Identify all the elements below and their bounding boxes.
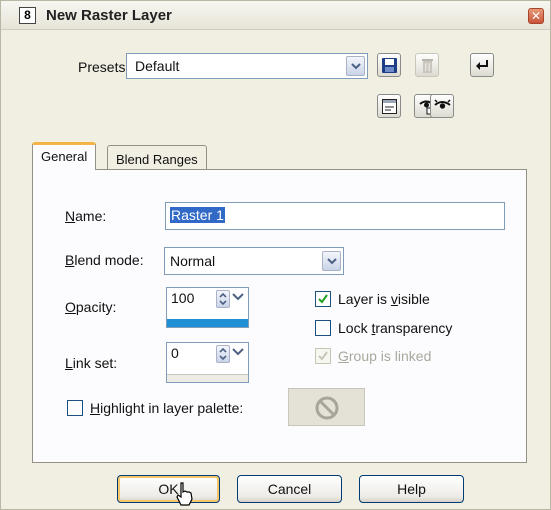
dialog-title: New Raster Layer <box>46 7 172 24</box>
save-icon <box>382 58 397 73</box>
new-raster-layer-dialog: 8 New Raster Layer ✕ Presets: Default Ge… <box>0 0 551 510</box>
cancel-button[interactable]: Cancel <box>237 475 342 503</box>
group-linked-label[interactable]: Group is linked <box>338 348 431 364</box>
highlight-color-button[interactable] <box>288 388 365 426</box>
close-button[interactable]: ✕ <box>528 8 544 24</box>
name-input-value: Raster 1 <box>170 207 225 223</box>
dialog-icon <box>382 99 397 114</box>
blend-mode-value: Normal <box>170 253 216 269</box>
highlight-label[interactable]: Highlight in layer palette: <box>90 400 243 416</box>
delete-preset-button[interactable] <box>415 53 439 77</box>
delete-icon <box>422 59 433 73</box>
highlight-checkbox[interactable] <box>67 400 83 416</box>
app-icon: 8 <box>19 7 36 24</box>
reset-icon <box>476 60 488 70</box>
spin-up-down-icon <box>216 290 230 308</box>
link-set-spinbox[interactable]: 0 <box>166 342 249 383</box>
name-label: Name: <box>65 208 107 224</box>
checkmark-icon <box>318 294 328 304</box>
chevron-down-icon <box>232 348 244 356</box>
link-set-label: Link set: <box>65 355 118 371</box>
group-linked-checkbox[interactable] <box>315 348 331 364</box>
ok-button[interactable]: OK <box>117 475 220 503</box>
opacity-spin-buttons[interactable] <box>216 290 246 308</box>
opacity-value: 100 <box>171 290 195 306</box>
tab-blend-ranges[interactable]: Blend Ranges <box>107 145 207 171</box>
blend-mode-label: Blend mode: <box>65 252 144 268</box>
hand-cursor-icon <box>176 482 193 506</box>
presets-value: Default <box>135 58 180 74</box>
layer-visible-checkbox[interactable] <box>315 291 331 307</box>
chevron-down-icon <box>327 258 337 265</box>
opacity-spinbox[interactable]: 100 <box>166 287 249 328</box>
reset-button[interactable] <box>470 53 494 77</box>
lock-transparency-checkbox[interactable] <box>315 320 331 336</box>
chevron-down-icon <box>232 293 244 301</box>
title-bar[interactable]: 8 New Raster Layer ✕ <box>1 1 550 30</box>
blend-mode-dropdown[interactable]: Normal <box>164 247 344 275</box>
blend-mode-dropdown-button[interactable] <box>322 251 341 271</box>
presets-dropdown[interactable]: Default <box>126 53 368 79</box>
help-button[interactable]: Help <box>359 475 464 503</box>
no-color-icon <box>315 396 339 420</box>
presets-label: Presets: <box>78 59 130 75</box>
save-preset-button[interactable] <box>377 53 401 77</box>
toggle-preview-button[interactable] <box>430 94 454 118</box>
link-set-slider-bar[interactable] <box>167 374 248 382</box>
layer-visible-label[interactable]: Layer is visible <box>338 291 430 307</box>
spin-up-down-icon <box>216 345 230 363</box>
eye-icon <box>434 99 451 109</box>
checkmark-icon <box>318 351 328 361</box>
name-input[interactable]: Raster 1 <box>165 202 505 230</box>
opacity-label: Opacity: <box>65 299 117 315</box>
chevron-down-icon <box>351 63 361 70</box>
link-set-value: 0 <box>171 345 179 361</box>
lock-transparency-label[interactable]: Lock transparency <box>338 320 452 336</box>
link-set-spin-buttons[interactable] <box>216 345 246 363</box>
tab-general[interactable]: General <box>32 142 97 170</box>
presets-dropdown-button[interactable] <box>346 56 365 76</box>
dialog-options-button[interactable] <box>377 94 401 118</box>
close-icon: ✕ <box>530 9 542 23</box>
opacity-slider-bar[interactable] <box>167 319 248 327</box>
